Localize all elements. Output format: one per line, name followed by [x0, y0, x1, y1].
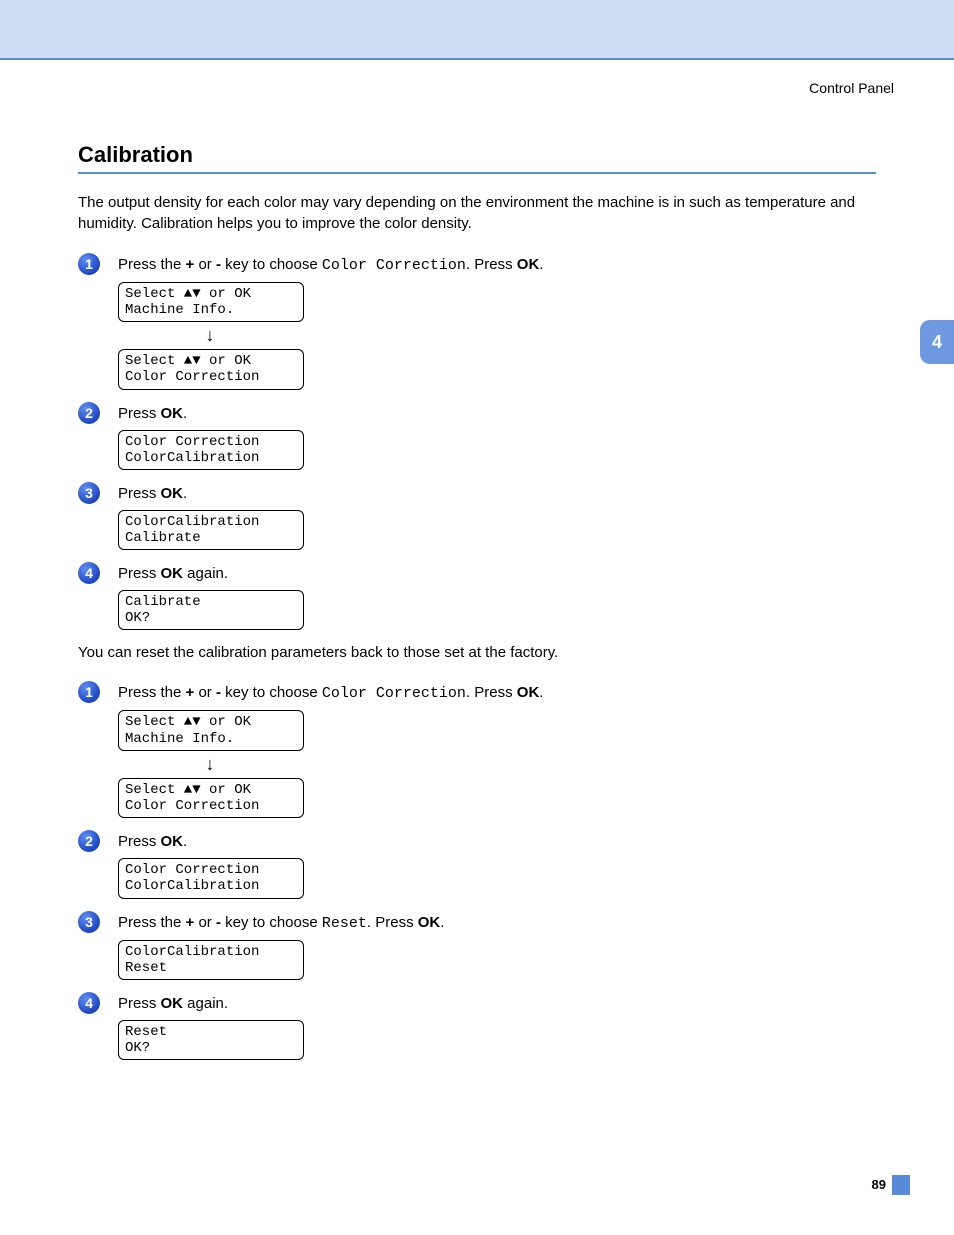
step-number-badge: 2	[78, 830, 100, 852]
lcd-stack: Color Correction ColorCalibration	[118, 858, 876, 898]
step-item: 2 Press OK. Color Correction ColorCalibrat…	[78, 402, 876, 470]
down-arrow-icon: ↓	[118, 751, 302, 779]
step-instruction: Press the + or - key to choose Color Cor…	[118, 681, 876, 704]
steps-list-reset: 1 Press the + or - key to choose Color Co…	[78, 681, 876, 1060]
step-number-badge: 1	[78, 253, 100, 275]
lcd-stack: ColorCalibration Calibrate	[118, 510, 876, 550]
step-number-badge: 3	[78, 482, 100, 504]
step-number-badge: 4	[78, 562, 100, 584]
manual-page: Control Panel 4 Calibration The output d…	[0, 0, 954, 1235]
step-item: 4 Press OK again. Reset OK?	[78, 992, 876, 1060]
mid-paragraph: You can reset the calibration parameters…	[78, 642, 876, 663]
step-instruction: Press OK.	[118, 830, 876, 852]
page-number: 89	[872, 1175, 892, 1192]
page-footer: 89	[872, 1175, 910, 1195]
step-instruction: Press the + or - key to choose Reset. Pr…	[118, 911, 876, 934]
step-instruction: Press OK again.	[118, 992, 876, 1014]
lcd-display: ColorCalibration Calibrate	[118, 510, 304, 550]
lcd-stack: ColorCalibration Reset	[118, 940, 876, 980]
lcd-stack: Calibrate OK?	[118, 590, 876, 630]
down-arrow-icon: ↓	[118, 322, 302, 350]
step-item: 1 Press the + or - key to choose Color Co…	[78, 681, 876, 818]
top-band	[0, 0, 954, 60]
step-number-badge: 3	[78, 911, 100, 933]
content-area: Calibration The output density for each …	[78, 60, 876, 1060]
lcd-display: Color Correction ColorCalibration	[118, 858, 304, 898]
lcd-display: Select ▲▼ or OK Machine Info.	[118, 282, 304, 322]
step-number-badge: 4	[78, 992, 100, 1014]
step-instruction: Press OK again.	[118, 562, 876, 584]
step-item: 3 Press the + or - key to choose Reset. P…	[78, 911, 876, 980]
lcd-display: Reset OK?	[118, 1020, 304, 1060]
step-item: 2 Press OK. Color Correction ColorCalibrat…	[78, 830, 876, 898]
section-title: Calibration	[78, 142, 876, 168]
lcd-stack: Reset OK?	[118, 1020, 876, 1060]
step-item: 3 Press OK. ColorCalibration Calibrate	[78, 482, 876, 550]
step-item: 4 Press OK again. Calibrate OK?	[78, 562, 876, 630]
steps-list-calibrate: 1 Press the + or - key to choose Color Co…	[78, 253, 876, 631]
title-rule	[78, 172, 876, 174]
step-instruction: Press OK.	[118, 402, 876, 424]
lcd-stack: Select ▲▼ or OK Machine Info.↓Select ▲▼ …	[118, 710, 876, 818]
lcd-stack: Select ▲▼ or OK Machine Info.↓Select ▲▼ …	[118, 282, 876, 390]
lcd-display: Calibrate OK?	[118, 590, 304, 630]
step-instruction: Press OK.	[118, 482, 876, 504]
footer-tab	[892, 1175, 910, 1195]
step-instruction: Press the + or - key to choose Color Cor…	[118, 253, 876, 276]
side-chapter-tab: 4	[920, 320, 954, 364]
step-number-badge: 2	[78, 402, 100, 424]
lcd-display: Select ▲▼ or OK Color Correction	[118, 778, 304, 818]
intro-paragraph: The output density for each color may va…	[78, 192, 876, 235]
lcd-display: Select ▲▼ or OK Machine Info.	[118, 710, 304, 750]
step-number-badge: 1	[78, 681, 100, 703]
step-item: 1 Press the + or - key to choose Color Co…	[78, 253, 876, 390]
lcd-display: ColorCalibration Reset	[118, 940, 304, 980]
lcd-stack: Color Correction ColorCalibration	[118, 430, 876, 470]
lcd-display: Select ▲▼ or OK Color Correction	[118, 349, 304, 389]
lcd-display: Color Correction ColorCalibration	[118, 430, 304, 470]
side-chapter-number: 4	[932, 332, 942, 353]
header-label: Control Panel	[809, 80, 894, 96]
